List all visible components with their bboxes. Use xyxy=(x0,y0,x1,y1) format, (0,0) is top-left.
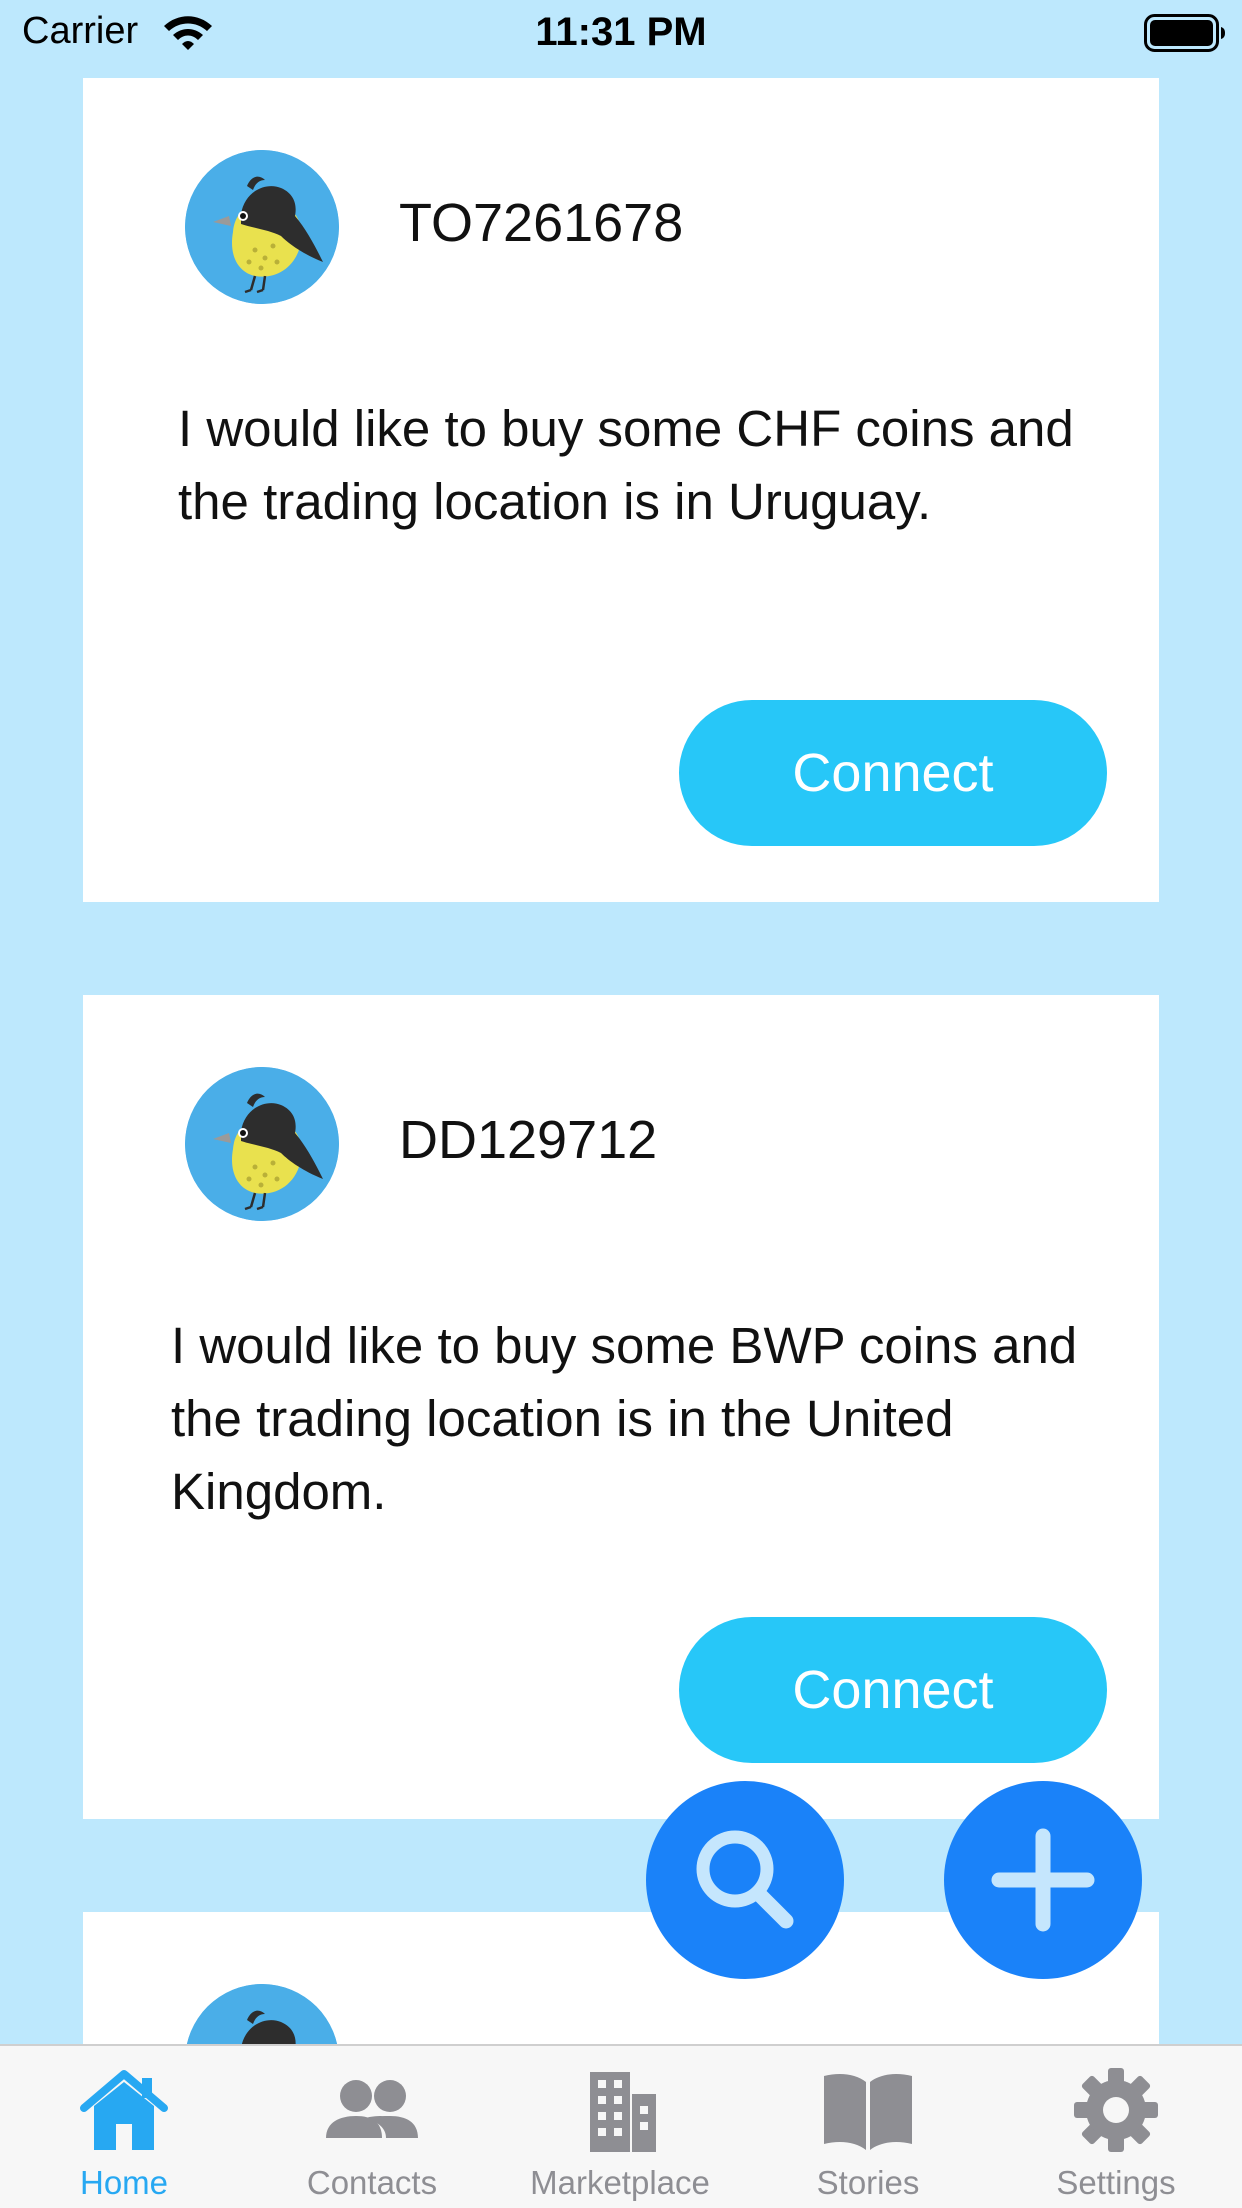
post-card: DD129712 I would like to buy some BWP co… xyxy=(83,995,1159,1819)
tab-stories[interactable]: Stories xyxy=(744,2046,992,2208)
tab-label: Home xyxy=(79,2164,169,2201)
post-message: I would like to buy some BWP coins and t… xyxy=(171,1317,1078,1520)
people-icon xyxy=(326,2080,418,2138)
tab-settings[interactable]: Settings xyxy=(992,2046,1240,2208)
tab-bar: Home Contacts Marketplace Stories Settin… xyxy=(0,2044,1242,2208)
username: TO7261678 xyxy=(399,193,684,253)
tab-label: Settings xyxy=(1056,2164,1176,2201)
tab-marketplace[interactable]: Marketplace xyxy=(496,2046,744,2208)
search-icon xyxy=(696,1830,794,1929)
tab-label: Marketplace xyxy=(530,2164,710,2201)
plus-icon xyxy=(991,1828,1095,1932)
status-bar: Carrier 11:31 PM xyxy=(0,0,1242,66)
gear-icon xyxy=(1074,2068,1158,2152)
app-screen: TO7261678 I would like to buy some CHF c… xyxy=(0,0,1242,2208)
book-icon xyxy=(824,2074,912,2150)
building-icon xyxy=(590,2072,656,2152)
clock: 11:31 PM xyxy=(535,10,707,54)
home-icon xyxy=(80,2070,168,2150)
add-post-button[interactable] xyxy=(944,1781,1142,1979)
posts-feed[interactable]: TO7261678 I would like to buy some CHF c… xyxy=(0,0,1242,2044)
search-button[interactable] xyxy=(646,1781,844,1979)
connect-button[interactable]: Connect xyxy=(679,1617,1107,1763)
tab-label: Stories xyxy=(816,2164,920,2201)
username: DD129712 xyxy=(399,1110,658,1170)
avatar[interactable] xyxy=(185,1984,339,2044)
battery-icon xyxy=(1144,14,1225,52)
bird-avatar-icon xyxy=(186,1984,338,2044)
post-message: I would like to buy some CHF coins and t… xyxy=(178,400,1074,530)
tab-home[interactable]: Home xyxy=(0,2046,248,2208)
connect-button[interactable]: Connect xyxy=(679,700,1107,846)
avatar[interactable] xyxy=(185,150,339,304)
avatar[interactable] xyxy=(185,1067,339,1221)
bird-avatar-icon xyxy=(185,150,339,304)
bird-avatar-icon xyxy=(185,1067,339,1221)
tab-label: Contacts xyxy=(306,2164,438,2201)
tab-contacts[interactable]: Contacts xyxy=(248,2046,496,2208)
post-card: TO7261678 I would like to buy some CHF c… xyxy=(83,78,1159,902)
